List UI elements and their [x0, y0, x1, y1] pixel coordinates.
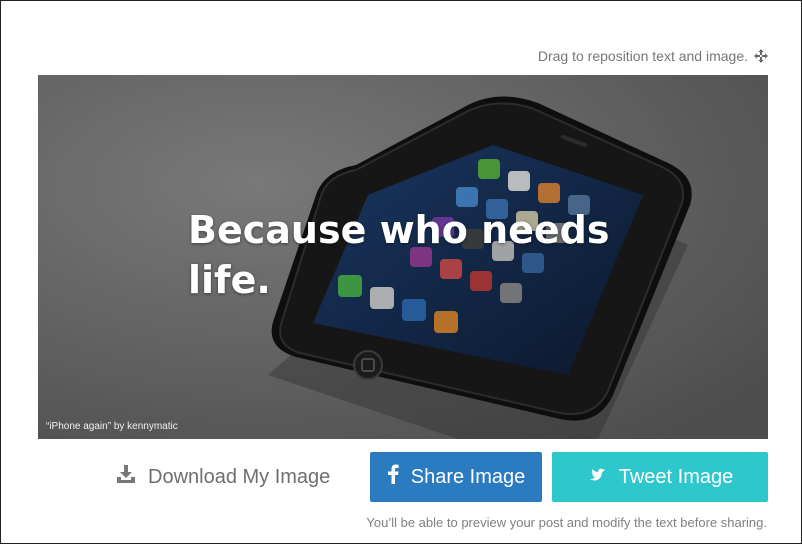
action-bar: Download My Image Share Image Tweet Imag…: [1, 452, 802, 502]
download-label: Download My Image: [148, 465, 331, 488]
share-image-label: Share Image: [410, 465, 526, 488]
download-icon: [116, 464, 136, 490]
photo-credit: “iPhone again” by kennymatic: [46, 421, 178, 432]
share-note: You’ll be able to preview your post and …: [366, 515, 767, 530]
reposition-hint: Drag to reposition text and image.: [538, 48, 768, 64]
move-arrows-icon: [754, 49, 768, 63]
tweet-image-label: Tweet Image: [618, 465, 734, 488]
share-image-widget: Drag to reposition text and image. Becau…: [0, 0, 802, 544]
reposition-hint-text: Drag to reposition text and image.: [537, 48, 748, 64]
quote-text[interactable]: Because who needs life.: [188, 205, 618, 305]
download-button[interactable]: Download My Image: [116, 452, 330, 502]
twitter-icon: [587, 466, 607, 489]
tweet-image-button[interactable]: Tweet Image: [552, 452, 768, 502]
image-canvas[interactable]: Because who needs life. “iPhone again” b…: [38, 75, 768, 439]
facebook-icon: [387, 464, 399, 490]
share-image-button[interactable]: Share Image: [370, 452, 542, 502]
